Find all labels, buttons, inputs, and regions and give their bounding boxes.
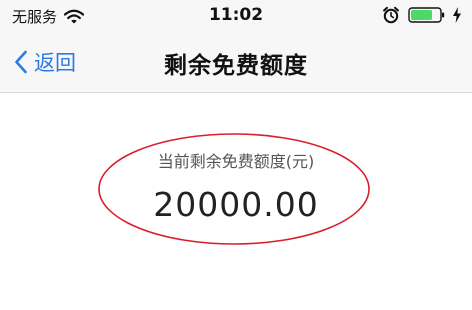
status-bar: 无服务 11:02 [0, 0, 472, 32]
quota-value: 20000.00 [153, 185, 319, 224]
page-title: 剩余免费额度 [164, 53, 308, 79]
quota-card: 当前剩余免费额度(元) 20000.00 [0, 93, 472, 310]
quota-label: 当前剩余免费额度(元) [157, 152, 315, 171]
status-right-group [382, 6, 462, 24]
charging-bolt-icon [453, 7, 461, 23]
navigation-bar: 返回 剩余免费额度 [0, 32, 472, 93]
battery-icon [408, 7, 445, 23]
alarm-icon [383, 6, 399, 24]
